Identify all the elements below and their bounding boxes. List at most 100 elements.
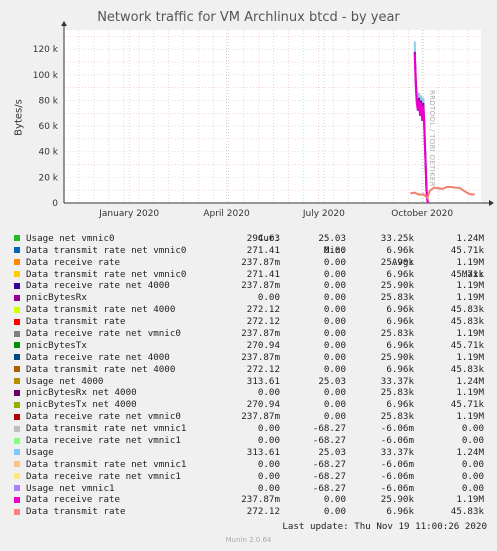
legend-swatch (14, 366, 20, 373)
legend-row: Usage net vmnic0 294.63 25.03 33.25k 1.24M (12, 233, 490, 245)
legend-min: 0.00 (323, 351, 346, 363)
legend-swatch (14, 389, 20, 396)
y-tick-label: 40 k (38, 148, 58, 158)
legend-avg: 33.37k (380, 446, 414, 458)
legend-min: -68.27 (312, 482, 346, 494)
chart-title: Network traffic for VM Archlinux btcd - … (97, 10, 400, 25)
legend-max: 0.00 (461, 423, 484, 435)
legend-header: Cur: Min: Avg: Max: (12, 221, 490, 280)
legend-avg: 33.37k (380, 375, 414, 387)
legend-max: 45.71k (450, 399, 484, 411)
legend-min: 0.00 (323, 363, 346, 375)
legend-min: 0.00 (323, 316, 346, 328)
legend-label: pnicBytesRx net 4000 (26, 387, 137, 399)
y-tick-label: 60 k (38, 122, 58, 132)
legend-row: Data transmit rate net vmnic0 271.41 0.00 6… (12, 245, 490, 257)
legend-row: Data transmit rate net 4000 272.12 0.00 6.9… (12, 304, 490, 316)
legend-label: Usage net vmnic1 (26, 482, 115, 494)
legend-cur: 237.87m (241, 280, 280, 292)
legend-swatch (14, 282, 20, 289)
x-axis-arrow (489, 200, 494, 206)
legend-min: 25.03 (318, 375, 346, 387)
legend-avg: 25.90k (380, 351, 414, 363)
legend-cur: 272.12 (246, 506, 280, 518)
legend-row: Data receive rate net vmnic0 237.87m 0.00 2… (12, 411, 490, 423)
legend-avg: 25.83k (380, 387, 414, 399)
legend-swatch (14, 330, 20, 337)
legend-max: 45.83k (450, 304, 484, 316)
legend-cur: 237.87m (241, 494, 280, 506)
legend-max: 0.00 (461, 470, 484, 482)
legend-cur: 271.41 (246, 244, 280, 256)
legend-min: 0.00 (323, 280, 346, 292)
legend-max: 1.24M (456, 232, 484, 244)
legend-min: 0.00 (323, 399, 346, 411)
legend-label: Data receive rate net 4000 (26, 280, 170, 292)
legend-row: Data receive rate net 4000 237.87m 0.00 25.… (12, 352, 490, 364)
legend-max: 1.24M (456, 375, 484, 387)
legend-avg: 6.96k (386, 506, 414, 518)
legend-min: 0.00 (323, 292, 346, 304)
legend-avg: 25.83k (380, 292, 414, 304)
legend-label: Data receive rate net vmnic1 (26, 435, 181, 447)
legend-label: Data transmit rate net vmnic1 (26, 458, 187, 470)
legend-cur: 271.41 (246, 268, 280, 280)
legend-max: 1.19M (456, 494, 484, 506)
legend-avg: 6.96k (386, 244, 414, 256)
legend-swatch (14, 354, 20, 361)
legend-min: -68.27 (312, 470, 346, 482)
legend-avg: -6.06m (380, 458, 414, 470)
legend-max: 45.83k (450, 363, 484, 375)
legend-label: Data transmit rate net 4000 (26, 304, 176, 316)
legend-max: 0.00 (461, 482, 484, 494)
legend-swatch (14, 461, 20, 468)
legend-max: 45.71k (450, 244, 484, 256)
legend-row: Data receive rate net vmnic1 0.00 -68.27 -6… (12, 471, 490, 483)
plot-background (64, 30, 481, 203)
legend-max: 1.19M (456, 351, 484, 363)
legend-avg: 6.96k (386, 363, 414, 375)
legend-min: 0.00 (323, 387, 346, 399)
legend-min: 0.00 (323, 244, 346, 256)
legend-cur: 272.12 (246, 304, 280, 316)
y-tick-label: 80 k (38, 96, 58, 106)
x-tick-label: July 2020 (302, 209, 345, 219)
legend-max: 0.00 (461, 458, 484, 470)
legend-avg: 25.90k (380, 494, 414, 506)
legend-cur: 313.61 (246, 446, 280, 458)
legend-swatch (14, 342, 20, 349)
legend-max: 45.83k (450, 316, 484, 328)
legend-label: Usage (26, 446, 54, 458)
legend-swatch (14, 294, 20, 301)
legend-swatch (14, 449, 20, 456)
legend-row: Data receive rate 237.87m 0.00 25.90k 1.19M (12, 494, 490, 506)
legend-max: 1.19M (456, 328, 484, 340)
legend-row: Data receive rate net vmnic0 237.87m 0.00 2… (12, 328, 490, 340)
legend-label: Data receive rate net vmnic1 (26, 470, 181, 482)
legend-min: 0.00 (323, 411, 346, 423)
legend-cur: 0.00 (257, 292, 280, 304)
legend-swatch (14, 318, 20, 325)
x-tick-label: October 2020 (391, 209, 453, 219)
legend-max: 1.19M (456, 292, 484, 304)
legend-swatch (14, 496, 20, 503)
legend-label: Data transmit rate net vmnic0 (26, 244, 187, 256)
legend-max: 0.00 (461, 435, 484, 447)
legend-cur: 270.94 (246, 399, 280, 411)
legend-row: Data receive rate net 4000 237.87m 0.00 25.… (12, 280, 490, 292)
legend-max: 1.24M (456, 446, 484, 458)
legend-cur: 294.63 (246, 232, 280, 244)
legend-cur: 237.87m (241, 351, 280, 363)
y-axis-label: Bytes/s (13, 99, 25, 136)
legend-cur: 0.00 (257, 423, 280, 435)
legend-max: 45.71k (450, 268, 484, 280)
legend-row: pnicBytesRx 0.00 0.00 25.83k 1.19M (12, 292, 490, 304)
legend-avg: 25.83k (380, 411, 414, 423)
legend-label: Data receive rate net vmnic0 (26, 328, 181, 340)
legend-max: 1.19M (456, 387, 484, 399)
legend-label: pnicBytesTx net 4000 (26, 399, 137, 411)
legend-row: Data transmit rate net vmnic1 0.00 -68.27 -… (12, 423, 490, 435)
legend-min: 0.00 (323, 494, 346, 506)
legend: Cur: Min: Avg: Max: Usage net vmnic0 294.… (12, 221, 490, 518)
legend-row: Data transmit rate net vmnic0 271.41 0.00 6… (12, 269, 490, 281)
